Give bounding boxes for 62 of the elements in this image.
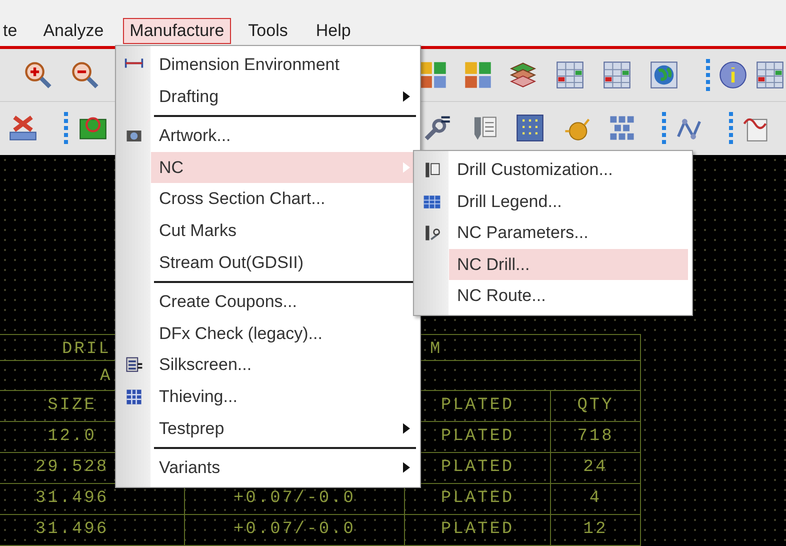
table-cell-text: 12.0 [48,426,96,448]
delete-icon[interactable] [8,113,38,143]
menu-item[interactable]: Variants [151,452,414,484]
menu-item[interactable]: Dimension Environment [151,49,414,81]
menu-bar-item[interactable]: Analyze [36,18,111,44]
menu-item[interactable]: Cut Marks [151,214,414,247]
table-cell-text: +0.07/-0.0 [233,488,356,510]
table-cell-text: 31.496 [35,488,109,510]
table-cell-text: PLATED [440,457,514,480]
menu-item[interactable]: Stream Out(GDSII) [151,246,414,278]
chart-title-text: M [430,339,442,361]
toolbar-grip-icon [64,112,68,144]
chart-title-text: DRIL [62,339,111,361]
toolbar-grip-icon [662,112,666,144]
table-cell-text: 4 [589,488,602,510]
grid-table-icon[interactable] [602,60,632,90]
menu-bar-item[interactable]: Tools [241,18,295,44]
info-icon[interactable] [718,60,748,90]
block-grid-icon [124,386,144,407]
globe-icon[interactable] [649,60,679,90]
zoom-out-icon[interactable] [70,60,100,90]
menu-item[interactable]: Drill Legend... [449,186,688,218]
table-cell-text: PLATED [440,426,514,448]
menu-item[interactable]: NC Drill... [449,248,688,280]
zoom-in-icon[interactable] [23,60,53,90]
menu-bar-item[interactable]: Help [308,18,358,44]
layer-stack-icon[interactable] [508,60,538,90]
dot-matrix-icon[interactable] [515,113,545,143]
toolbar-grip-icon [706,59,710,91]
block-grid-icon[interactable] [607,113,637,143]
table-cell-text: PLATED [440,395,514,418]
menu-item[interactable]: Artwork... [151,120,414,152]
table-cell-text: 24 [583,457,608,480]
table-cell-text: PLATED [440,519,514,542]
menu-item[interactable]: DFx Check (legacy)... [151,318,414,350]
menu-item[interactable]: Drafting [151,80,414,112]
menu-item[interactable]: Drill Customization... [449,154,688,186]
grid-table-icon[interactable] [555,60,585,90]
menu-item[interactable]: Cross Section Chart... [151,183,414,215]
menu-item[interactable]: Silkscreen... [151,349,414,381]
toolbar-grip-icon [729,112,733,144]
table-cell-text: +0.07/-0.0 [233,519,356,542]
menu-item[interactable]: Create Coupons... [151,286,414,318]
table-cell-text: 29.528 [35,457,109,480]
wrench-icon[interactable] [422,113,452,143]
color-squares-icon[interactable] [463,60,493,90]
table-cell-text: 718 [577,426,614,448]
grid-table-icon[interactable] [755,60,785,90]
menu-bar-item[interactable]: Manufacture [122,18,232,44]
table-cell-text: SIZE [48,395,96,418]
menu-item[interactable]: NC Parameters... [449,217,688,249]
table-cell-text: PLATED [440,488,514,510]
color-squares-icon[interactable] [418,60,448,90]
menu-bar-item[interactable]: te [0,18,24,44]
menu-item[interactable]: NC Route... [449,280,688,312]
table-cell-text: 12 [583,519,608,542]
menu-item[interactable]: Testprep [151,412,414,444]
chart-units-text: A [100,366,112,388]
table-cell-text: 31.496 [35,519,109,542]
table-cell-text: QTY [577,395,614,418]
menu-item[interactable]: NC [151,152,414,184]
menu-item[interactable]: Thieving... [151,380,414,413]
